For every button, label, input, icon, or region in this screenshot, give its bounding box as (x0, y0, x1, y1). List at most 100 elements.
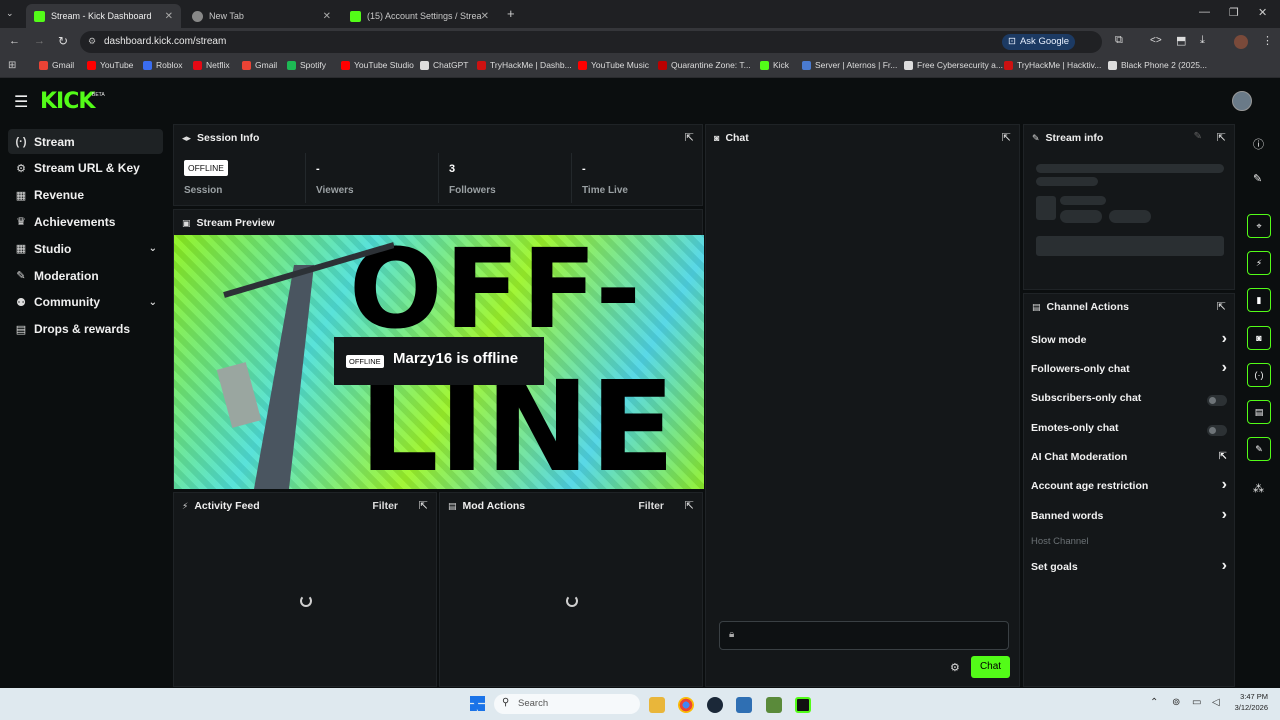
close-tab-icon[interactable]: ✕ (481, 11, 489, 22)
sidebar-item-moderation[interactable]: ✎ Moderation (8, 263, 163, 288)
windows-start-icon[interactable] (470, 696, 485, 711)
chat-settings-gear-icon[interactable]: ⚙ (950, 661, 960, 674)
popout-icon[interactable]: ⇱ (1217, 300, 1226, 313)
mod-filter-button[interactable]: Filter (638, 500, 664, 512)
close-window-icon[interactable]: ✕ (1258, 6, 1267, 19)
new-tab-button[interactable]: + (507, 6, 515, 21)
close-tab-icon[interactable]: ✕ (323, 11, 331, 22)
toggle-switch[interactable] (1207, 395, 1227, 406)
minimize-icon[interactable]: — (1199, 6, 1210, 18)
apps-grid-icon[interactable]: ⊞ (8, 60, 16, 71)
info-icon[interactable]: ⓘ (1253, 136, 1264, 152)
puzzle-icon[interactable]: ⬒ (1176, 34, 1186, 47)
kick-logo[interactable]: KICK (40, 89, 95, 114)
bookmark-item[interactable]: Netflix (193, 60, 230, 70)
activity-filter-button[interactable]: Filter (372, 500, 398, 512)
tab-account-settings[interactable]: (15) Account Settings / Streami ✕ (342, 4, 497, 28)
ask-google-button[interactable]: ⊡ Ask Google (1002, 34, 1076, 50)
taskbar-search[interactable]: ⚲ Search (494, 694, 640, 714)
bookmark-item[interactable]: Black Phone 2 (2025... (1108, 60, 1207, 70)
rail-layers-icon[interactable]: ▤ (1247, 400, 1271, 424)
chevron-down-icon[interactable]: ⌄ (149, 297, 157, 308)
chevron-down-icon[interactable]: ⌄ (149, 243, 157, 254)
file-explorer-icon[interactable] (649, 697, 665, 713)
bookmark-item[interactable]: Gmail (39, 60, 74, 70)
sidebar-item-drops-rewards[interactable]: ▤ Drops & rewards (8, 317, 163, 342)
chat-send-button[interactable]: Chat (971, 656, 1010, 678)
network-icon[interactable]: ▭ (1192, 697, 1201, 708)
edit-pencil-icon[interactable]: ✎ (1194, 131, 1202, 142)
user-avatar[interactable] (1232, 91, 1252, 111)
popout-icon[interactable]: ⇱ (685, 131, 694, 144)
tab-search-icon[interactable]: ⌄ (6, 8, 14, 19)
bookmark-item[interactable]: YouTube Music (578, 60, 649, 70)
tray-chevron-icon[interactable]: ⌃ (1150, 697, 1158, 708)
channel-action-followers-only-chat[interactable]: Followers-only chat › (1031, 359, 1231, 381)
sidebar-item-stream-url-key[interactable]: ⚙ Stream URL & Key (8, 156, 163, 181)
rail-clip-icon[interactable]: ▮ (1247, 288, 1271, 312)
volume-icon[interactable]: ◁ (1212, 697, 1220, 708)
hamburger-menu-icon[interactable]: ☰ (14, 92, 28, 112)
bookmark-item[interactable]: Gmail (242, 60, 277, 70)
bookmark-item[interactable]: YouTube Studio (341, 60, 414, 70)
reload-icon[interactable]: ↻ (58, 34, 68, 48)
channel-action-set-goals[interactable]: Set goals › (1031, 557, 1231, 579)
channel-action-account-age-restriction[interactable]: Account age restriction › (1031, 476, 1231, 498)
more-dots-icon[interactable]: ⁂ (1253, 482, 1264, 495)
rail-wrench-icon[interactable]: ✎ (1247, 437, 1271, 461)
sidebar-item-revenue[interactable]: ▦ Revenue (8, 183, 163, 208)
bookmark-item[interactable]: TryHackMe | Dashb... (477, 60, 572, 70)
bookmark-item[interactable]: ChatGPT (420, 60, 468, 70)
clock-date[interactable]: 3/12/2026 (1228, 703, 1268, 712)
channel-action-banned-words[interactable]: Banned words › (1031, 506, 1231, 528)
sidebar-item-achievements[interactable]: ♛ Achievements (8, 209, 163, 234)
sidebar-item-community[interactable]: ⚉ Community ⌄ (8, 290, 163, 315)
bookmark-item[interactable]: Quarantine Zone: T... (658, 60, 751, 70)
bookmark-item[interactable]: YouTube (87, 60, 133, 70)
back-icon[interactable]: ← (9, 35, 20, 47)
bookmark-item[interactable]: Roblox (143, 60, 182, 70)
bookmark-item[interactable]: Free Cybersecurity a... (904, 60, 1003, 70)
pencil-icon[interactable]: ✎ (1253, 172, 1262, 185)
bookmark-item[interactable]: Spotify (287, 60, 326, 70)
site-info-icon[interactable]: ⚙ (88, 36, 96, 47)
popout-icon[interactable]: ⇱ (685, 499, 694, 512)
mic-icon[interactable]: ⊚ (1172, 697, 1180, 708)
kick-app-icon[interactable] (795, 697, 811, 713)
toggle-switch[interactable] (1207, 425, 1227, 436)
address-bar[interactable]: ⚙ dashboard.kick.com/stream ⊡ Ask Google (80, 31, 1102, 53)
popout-icon[interactable]: ⇱ (419, 499, 428, 512)
download-icon[interactable]: ⤓ (1200, 34, 1205, 47)
popout-icon[interactable]: ⇱ (1002, 131, 1011, 144)
rail-scene-icon[interactable]: ⌖ (1247, 214, 1271, 238)
sidebar-item-stream[interactable]: (·) Stream (8, 129, 163, 154)
sidebar-item-studio[interactable]: ▦ Studio ⌄ (8, 236, 163, 261)
maximize-icon[interactable]: ❐ (1229, 6, 1239, 19)
bookmark-item[interactable]: Kick (760, 60, 789, 70)
chat-input[interactable]: 🔒︎ (719, 621, 1009, 650)
menu-kebab-icon[interactable]: ⋮ (1262, 34, 1273, 47)
forward-icon[interactable]: → (34, 35, 45, 47)
vscode-icon[interactable] (736, 697, 752, 713)
rail-lightning-icon[interactable]: ⚡ (1247, 251, 1271, 275)
devtools-icon[interactable]: <> (1150, 35, 1162, 46)
channel-action-emotes-only-chat[interactable]: Emotes-only chat (1031, 422, 1231, 440)
steam-icon[interactable] (707, 697, 723, 713)
clock-time[interactable]: 3:47 PM (1228, 692, 1268, 701)
rail-broadcast-icon[interactable]: (·) (1247, 363, 1271, 387)
channel-action-subscribers-only-chat[interactable]: Subscribers-only chat (1031, 392, 1231, 410)
url-text[interactable]: dashboard.kick.com/stream (104, 36, 226, 47)
chrome-icon[interactable] (678, 697, 694, 713)
profile-avatar[interactable] (1234, 35, 1248, 49)
bookmark-item[interactable]: TryHackMe | Hacktiv... (1004, 60, 1101, 70)
minecraft-icon[interactable] (766, 697, 782, 713)
rail-chat-icon[interactable]: ◙ (1247, 326, 1271, 350)
bookmark-item[interactable]: Server | Aternos | Fr... (802, 60, 897, 70)
extensions-icon[interactable]: ⧉ (1115, 34, 1123, 47)
tab-new-tab[interactable]: New Tab ✕ (184, 4, 339, 28)
channel-action-slow-mode[interactable]: Slow mode › (1031, 330, 1231, 352)
tab-stream-dashboard[interactable]: Stream - Kick Dashboard ✕ (26, 4, 181, 28)
close-tab-icon[interactable]: ✕ (165, 11, 173, 22)
popout-icon[interactable]: ⇱ (1217, 131, 1226, 144)
channel-action-ai-chat-moderation[interactable]: AI Chat Moderation ⇱ (1031, 451, 1231, 469)
